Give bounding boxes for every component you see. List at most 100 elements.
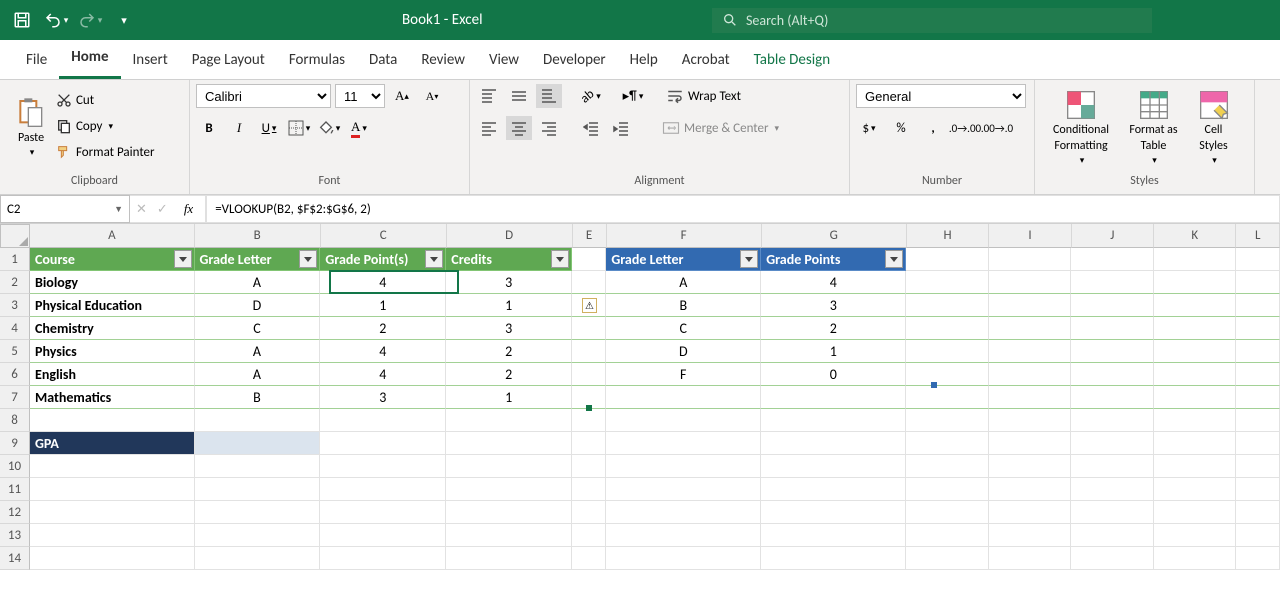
cell[interactable] <box>989 455 1071 478</box>
cell[interactable] <box>989 524 1071 547</box>
cell[interactable] <box>989 248 1071 271</box>
cell[interactable] <box>906 248 988 271</box>
cell[interactable] <box>1071 363 1153 386</box>
name-box[interactable]: C2▼ <box>0 195 130 223</box>
cell[interactable] <box>1071 248 1153 271</box>
cell[interactable] <box>989 409 1071 432</box>
cell[interactable] <box>1154 340 1236 363</box>
cell[interactable] <box>761 478 906 501</box>
cell[interactable] <box>1154 317 1236 340</box>
cell[interactable] <box>1236 432 1280 455</box>
font-color-button[interactable]: A▾ <box>346 116 372 140</box>
cell[interactable] <box>572 478 606 501</box>
cell[interactable] <box>1236 363 1280 386</box>
cell[interactable] <box>320 524 446 547</box>
cell[interactable] <box>195 501 321 524</box>
cell[interactable] <box>1154 409 1236 432</box>
cell[interactable] <box>1236 271 1280 294</box>
col-header-F[interactable]: F <box>607 224 762 248</box>
table1-letter-3[interactable]: A <box>195 340 321 363</box>
row-header-12[interactable]: 12 <box>0 501 30 524</box>
paste-button[interactable]: Paste ▾ <box>6 84 56 170</box>
format-painter-button[interactable]: Format Painter <box>56 140 155 164</box>
table2-header-1[interactable]: Grade Points <box>761 248 906 271</box>
cell[interactable] <box>989 547 1071 570</box>
cell[interactable] <box>1071 547 1153 570</box>
cell[interactable] <box>989 271 1071 294</box>
cell[interactable] <box>572 455 606 478</box>
cell[interactable] <box>906 478 988 501</box>
table1-credits-2[interactable]: 3 <box>446 317 572 340</box>
cell-styles-button[interactable]: CellStyles▾ <box>1186 84 1241 170</box>
row-header-3[interactable]: 3 <box>0 294 30 317</box>
cell[interactable] <box>761 524 906 547</box>
bold-button[interactable]: B <box>196 116 222 140</box>
table1-letter-2[interactable]: C <box>195 317 321 340</box>
cell[interactable] <box>606 455 761 478</box>
table1-course-2[interactable]: Chemistry <box>30 317 195 340</box>
tab-data[interactable]: Data <box>357 41 409 79</box>
cell[interactable] <box>30 409 195 432</box>
align-middle-button[interactable] <box>506 84 532 108</box>
table1-course-5[interactable]: Mathematics <box>30 386 195 409</box>
cell[interactable] <box>1236 340 1280 363</box>
cell[interactable] <box>1154 432 1236 455</box>
cell[interactable] <box>906 386 988 409</box>
smart-tag-icon[interactable]: ⚠ <box>582 298 597 313</box>
cell[interactable] <box>1071 271 1153 294</box>
cell[interactable] <box>906 271 988 294</box>
table1-points-2[interactable]: 2 <box>320 317 446 340</box>
wrap-text-button[interactable]: Wrap Text <box>666 84 741 108</box>
cell[interactable] <box>1071 294 1153 317</box>
cell[interactable] <box>195 547 321 570</box>
cell[interactable] <box>761 455 906 478</box>
cell[interactable] <box>320 478 446 501</box>
tab-view[interactable]: View <box>477 41 531 79</box>
table1-credits-0[interactable]: 3 <box>446 271 572 294</box>
col-header-K[interactable]: K <box>1154 224 1236 248</box>
row-header-10[interactable]: 10 <box>0 455 30 478</box>
copy-button[interactable]: Copy▾ <box>56 114 155 138</box>
table1-points-0[interactable]: 4 <box>320 271 446 294</box>
search-box[interactable]: Search (Alt+Q) <box>712 8 1152 33</box>
table1-course-0[interactable]: Biology <box>30 271 195 294</box>
increase-indent-button[interactable] <box>608 116 634 140</box>
filter-button[interactable] <box>425 250 443 268</box>
shrink-font-button[interactable]: A▾ <box>419 84 445 108</box>
cell[interactable] <box>446 455 572 478</box>
cell[interactable] <box>1236 455 1280 478</box>
cell[interactable] <box>906 455 988 478</box>
cell[interactable] <box>1236 524 1280 547</box>
cell[interactable] <box>195 432 321 455</box>
cell[interactable] <box>1236 386 1280 409</box>
table1-header-1[interactable]: Grade Letter <box>195 248 321 271</box>
table1-course-1[interactable]: Physical Education <box>30 294 195 317</box>
cell[interactable] <box>606 478 761 501</box>
increase-decimal-button[interactable]: .0→.00 <box>952 116 978 140</box>
table1-course-4[interactable]: English <box>30 363 195 386</box>
col-header-H[interactable]: H <box>907 224 989 248</box>
cell[interactable] <box>30 455 195 478</box>
cell[interactable] <box>1071 386 1153 409</box>
cell[interactable] <box>446 409 572 432</box>
cell[interactable] <box>195 455 321 478</box>
number-format-select[interactable]: General <box>856 84 1026 108</box>
cell[interactable] <box>1154 363 1236 386</box>
cell[interactable] <box>320 547 446 570</box>
cell[interactable] <box>1071 455 1153 478</box>
table1-letter-1[interactable]: D <box>195 294 321 317</box>
cell[interactable] <box>446 501 572 524</box>
table2-letter-3[interactable]: D <box>606 340 761 363</box>
filter-button[interactable] <box>174 250 192 268</box>
cell[interactable] <box>906 294 988 317</box>
percent-button[interactable]: % <box>888 116 914 140</box>
cell[interactable] <box>572 501 606 524</box>
cell[interactable] <box>761 409 906 432</box>
cell[interactable] <box>1154 455 1236 478</box>
table2-points-1[interactable]: 3 <box>761 294 906 317</box>
tab-home[interactable]: Home <box>59 38 120 79</box>
table1-credits-5[interactable]: 1 <box>446 386 572 409</box>
formula-cancel-icon[interactable]: ✕ <box>136 202 147 217</box>
cell[interactable] <box>989 363 1071 386</box>
col-header-E[interactable]: E <box>573 224 607 248</box>
